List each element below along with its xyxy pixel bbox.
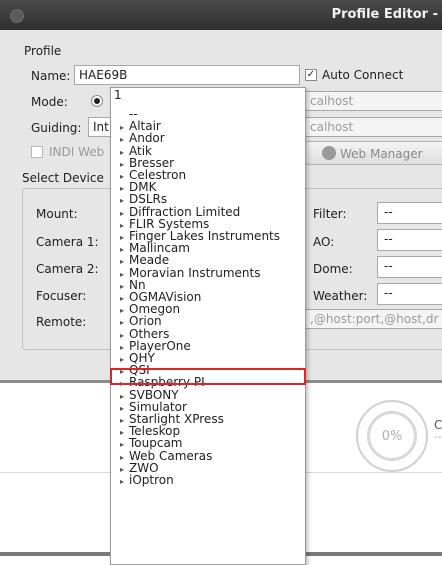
- dropdown-item[interactable]: ▸ Omegon: [120, 303, 180, 315]
- radio-dot: [94, 98, 100, 104]
- remote-drivers-field[interactable]: ,@host:port,@host,dr: [305, 309, 442, 329]
- select-devices-label: Select Device: [22, 171, 104, 185]
- dropdown-item[interactable]: ▸ QHY: [120, 352, 155, 364]
- dropdown-item[interactable]: ▸ Andor: [120, 132, 165, 144]
- window-title: Profile Editor -: [331, 7, 438, 22]
- dropdown-item[interactable]: ▸ DSLRs: [120, 193, 167, 205]
- dropdown-item-label: Moravian Instruments: [129, 265, 261, 280]
- dropdown-current-value[interactable]: 1: [114, 88, 122, 102]
- weather-label: Weather:: [313, 289, 368, 303]
- progress-indicator: 0%: [367, 411, 417, 461]
- profile-section-label: Profile: [24, 44, 62, 58]
- dropdown-item-label: iOptron: [129, 473, 174, 487]
- dropdown-item[interactable]: --: [120, 108, 138, 120]
- dropdown-item[interactable]: ▸ Altair: [120, 120, 161, 132]
- guiding-host-field[interactable]: calhost: [305, 117, 442, 137]
- auto-connect-label: Auto Connect: [322, 68, 404, 82]
- progress-side-text: C: [434, 418, 442, 432]
- mode-local-radio[interactable]: [91, 95, 103, 107]
- progress-side-dots: --: [434, 432, 442, 443]
- filter-label: Filter:: [313, 207, 347, 221]
- camera1-label: Camera 1:: [36, 235, 99, 249]
- name-input[interactable]: HAE69B: [74, 65, 300, 85]
- dropdown-item[interactable]: ▸ Moravian Instruments: [120, 267, 260, 279]
- ao-combo[interactable]: --: [377, 229, 442, 251]
- dropdown-item[interactable]: ▸ ZWO: [120, 462, 159, 474]
- dropdown-item[interactable]: ▸ Bresser: [120, 157, 174, 169]
- dropdown-item[interactable]: ▸ Atik: [120, 145, 152, 157]
- dropdown-item[interactable]: ▸ Simulator: [120, 401, 187, 413]
- dropdown-item[interactable]: ▸ SVBONY: [120, 389, 179, 401]
- web-manager-label: Web Manager: [340, 147, 423, 161]
- dropdown-item[interactable]: ▸ Mallincam: [120, 242, 190, 254]
- dropdown-item[interactable]: ▸ OGMAVision: [120, 291, 201, 303]
- mode-label: Mode:: [31, 95, 68, 109]
- web-manager-icon: [322, 146, 336, 160]
- weather-combo[interactable]: --: [377, 283, 442, 305]
- dropdown-item[interactable]: ▸ Finger Lakes Instruments: [120, 230, 280, 242]
- ao-label: AO:: [313, 235, 335, 249]
- dropdown-item[interactable]: ▸ Nn: [120, 279, 146, 291]
- host-field[interactable]: calhost: [305, 91, 442, 111]
- dropdown-item[interactable]: ▸ Web Cameras: [120, 450, 212, 462]
- dropdown-item[interactable]: ▸ PlayerOne: [120, 340, 191, 352]
- dome-combo[interactable]: --: [377, 256, 442, 278]
- dropdown-item[interactable]: ▸ FLIR Systems: [120, 218, 209, 230]
- dropdown-item[interactable]: ▸ Diffraction Limited: [120, 206, 240, 218]
- dropdown-item[interactable]: ▸ Teleskop: [120, 425, 180, 437]
- indi-web-checkbox[interactable]: [31, 146, 43, 158]
- dropdown-item[interactable]: ▸ Orion: [120, 315, 162, 327]
- indi-web-label: INDI Web: [49, 145, 105, 159]
- app-icon: [10, 9, 24, 23]
- dropdown-item[interactable]: ▸ Others: [120, 328, 169, 340]
- mount-label: Mount:: [36, 207, 78, 221]
- filter-combo[interactable]: --: [377, 202, 442, 224]
- dropdown-item[interactable]: ▸ Toupcam: [120, 437, 183, 449]
- guiding-label: Guiding:: [31, 121, 82, 135]
- highlight-box: [110, 368, 306, 385]
- dropdown-item[interactable]: ▸ Meade: [120, 254, 169, 266]
- dropdown-item[interactable]: ▸ DMK: [120, 181, 156, 193]
- remote-label: Remote:: [36, 315, 87, 329]
- dropdown-item[interactable]: ▸ Starlight XPress: [120, 413, 224, 425]
- expand-arrow-icon[interactable]: ▸: [120, 476, 129, 488]
- auto-connect-checkbox[interactable]: ✓: [305, 69, 317, 81]
- dropdown-item[interactable]: ▸ iOptron: [120, 474, 174, 486]
- name-label: Name:: [31, 69, 71, 83]
- camera2-label: Camera 2:: [36, 262, 99, 276]
- dome-label: Dome:: [313, 262, 353, 276]
- dropdown-item[interactable]: ▸ Celestron: [120, 169, 186, 181]
- focuser-label: Focuser:: [36, 289, 87, 303]
